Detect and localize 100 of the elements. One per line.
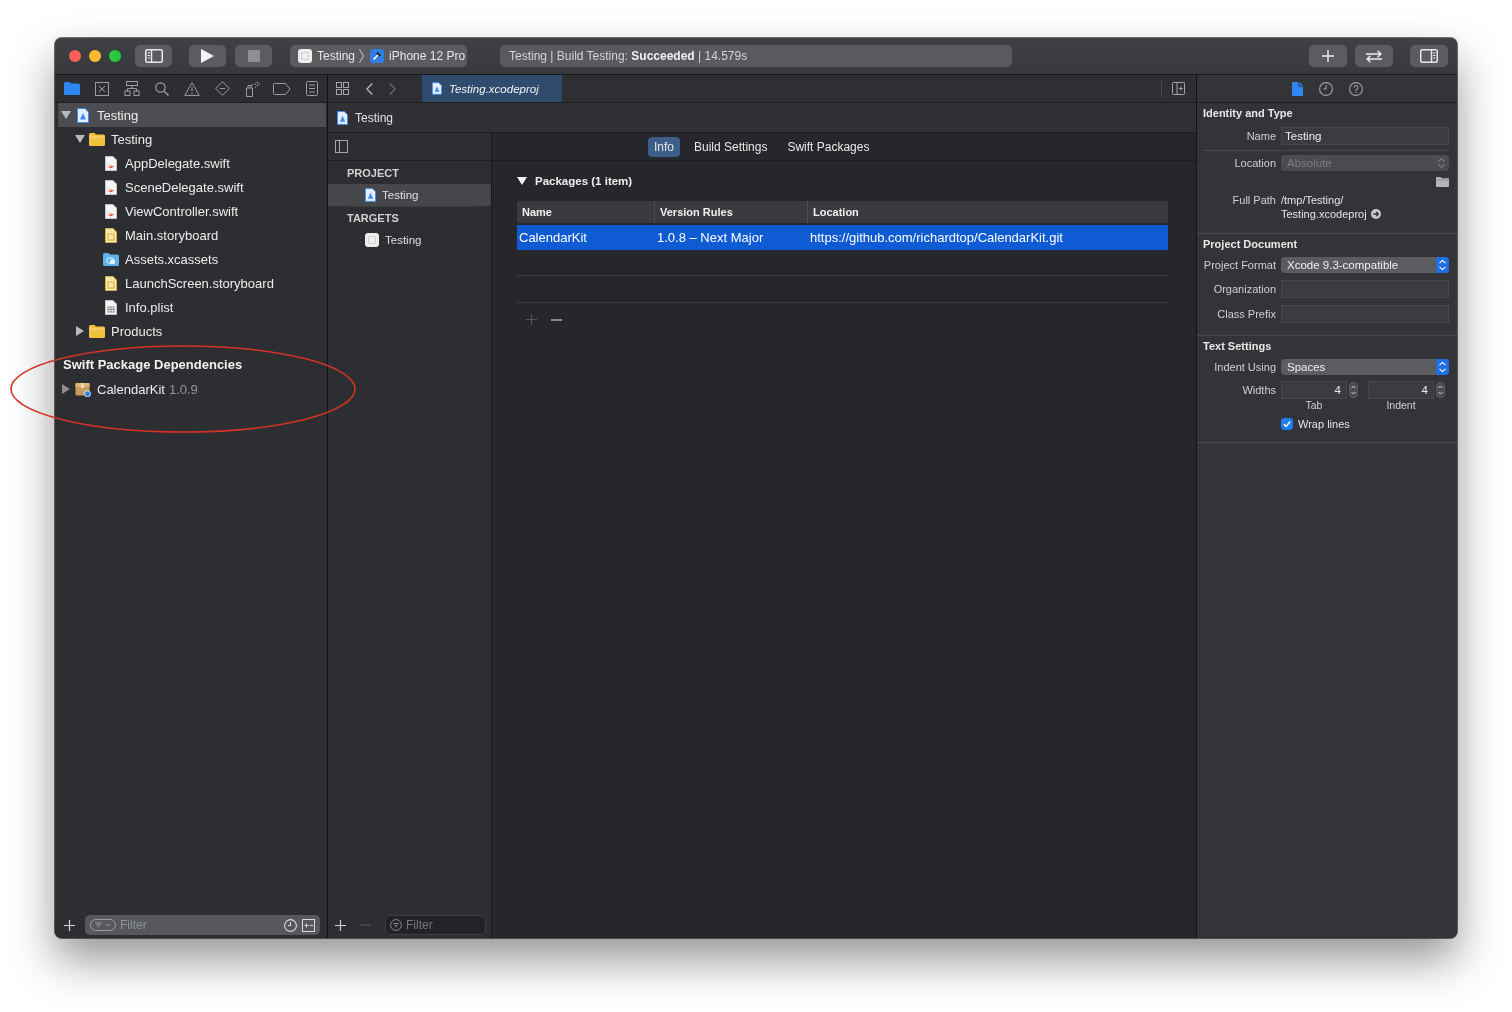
editor-tab[interactable]: Testing.xcodeproj: [422, 75, 562, 102]
stepper-icon[interactable]: [1436, 382, 1445, 398]
inspector-toggle-button[interactable]: [1410, 45, 1448, 67]
swift-file-icon: [105, 179, 117, 195]
package-icon: [75, 381, 91, 397]
number-field[interactable]: 4: [1281, 381, 1347, 399]
split-plus-icon[interactable]: [1172, 82, 1185, 95]
checkbox[interactable]: [1281, 418, 1293, 430]
file-name: AppDelegate.swift: [125, 155, 230, 171]
sidebar-icon[interactable]: [335, 140, 348, 153]
number-field[interactable]: 4: [1368, 381, 1434, 399]
activity-status: Testing | Build Testing: Succeeded | 14.579s: [509, 49, 748, 63]
disclosure-triangle-icon[interactable]: [75, 135, 85, 143]
breadcrumb-item[interactable]: Testing: [337, 110, 394, 125]
file-row[interactable]: AppDelegate.swift: [58, 151, 326, 175]
list-item-label: Testing: [382, 189, 419, 201]
file-row[interactable]: Products: [58, 319, 326, 343]
popup-button[interactable]: Spaces: [1281, 359, 1449, 375]
file-row[interactable]: Assets.xcassets: [58, 247, 326, 271]
chevron-left-icon[interactable]: [366, 82, 373, 95]
file-row[interactable]: Testing: [58, 127, 326, 151]
table-cell-text: https://github.com/richardtop/CalendarKit.git: [809, 229, 1064, 247]
scheme-button[interactable]: Testing: [298, 49, 356, 63]
x-square-icon[interactable]: [95, 81, 109, 96]
table-cell-text: 1.0.8 – Next Major: [656, 229, 765, 247]
plus-icon: [1322, 50, 1334, 62]
column-header[interactable]: Name: [517, 201, 655, 223]
segment-tab[interactable]: Build Settings: [688, 136, 774, 157]
file-row[interactable]: SceneDelegate.swift: [58, 175, 326, 199]
section-title: Project Document: [1203, 238, 1298, 250]
text-field[interactable]: Testing: [1281, 127, 1449, 145]
document-icon: [432, 82, 442, 95]
filter-icon: [390, 919, 402, 931]
section-header: Swift Package Dependencies: [63, 356, 243, 374]
arrow-circle-icon[interactable]: [1370, 209, 1381, 219]
tag-icon[interactable]: [273, 82, 291, 95]
disclosure-triangle-icon[interactable]: [517, 177, 527, 185]
file-row[interactable]: Main.storyboard: [58, 223, 326, 247]
filter-field[interactable]: Filter: [385, 915, 486, 935]
swift-file-icon: [105, 203, 117, 219]
stop-button[interactable]: [235, 45, 272, 67]
disclosure-triangle-icon[interactable]: [76, 326, 84, 336]
folder-icon: [89, 324, 105, 338]
file-name: Testing: [111, 131, 153, 147]
file-row[interactable]: ViewController.swift: [58, 199, 326, 223]
plus-minus-square-icon[interactable]: [302, 918, 315, 932]
column-header[interactable]: Version Rules: [655, 201, 808, 223]
section-title: Packages (1 item): [535, 175, 633, 187]
folder-icon[interactable]: [64, 82, 80, 95]
code-review-button[interactable]: [1355, 45, 1393, 67]
file-name: Products: [111, 323, 163, 339]
zoom-button[interactable]: [109, 50, 121, 62]
app-icon: [298, 49, 312, 63]
file-row[interactable]: Info.plist: [58, 295, 326, 319]
field-caption: Tab: [1305, 399, 1323, 411]
hierarchy-icon[interactable]: [124, 81, 140, 96]
folder-icon[interactable]: [1436, 177, 1449, 187]
file-name: Info.plist: [125, 299, 174, 315]
close-button[interactable]: [69, 50, 81, 62]
popup-button[interactable]: Xcode 9.3-compatible: [1281, 257, 1449, 273]
grid-icon[interactable]: [336, 82, 349, 95]
file-row[interactable]: LaunchScreen.storyboard: [58, 271, 326, 295]
stepper-icon[interactable]: [1349, 382, 1358, 398]
file-name: ViewController.swift: [125, 203, 239, 219]
field-caption: Indent: [1386, 399, 1416, 411]
diamond-icon[interactable]: [214, 81, 230, 96]
file-row[interactable]: Testing: [58, 103, 326, 127]
document-icon: [77, 107, 89, 123]
library-button[interactable]: [1309, 45, 1347, 67]
field-label: Organization: [1213, 283, 1276, 295]
segment-tab[interactable]: Swift Packages: [781, 136, 876, 157]
minimize-button[interactable]: [89, 50, 101, 62]
project-list-row[interactable]: Testing: [328, 184, 491, 206]
chevron-right-icon[interactable]: [389, 82, 396, 95]
destination-button[interactable]: iPhone 12 Pro: [370, 49, 466, 63]
help-icon[interactable]: [1348, 81, 1363, 96]
warning-icon[interactable]: [184, 81, 200, 96]
field-label: Project Format: [1203, 259, 1276, 271]
file-name: SceneDelegate.swift: [125, 179, 244, 195]
table-row[interactable]: CalendarKit 1.0.8 – Next Major https://github.com/richardtop/CalendarKit.git: [517, 225, 1168, 250]
checkbox-label[interactable]: Wrap lines: [1298, 418, 1350, 430]
project-list-row[interactable]: Testing: [328, 229, 491, 251]
file-name: LaunchScreen.storyboard: [125, 275, 274, 291]
document-icon: [337, 110, 348, 125]
search-icon[interactable]: [155, 81, 169, 96]
filter-menu-icon[interactable]: [90, 919, 116, 931]
list-icon[interactable]: [306, 81, 318, 96]
spray-can-icon[interactable]: [244, 80, 260, 97]
package-row[interactable]: CalendarKit 1.0.9: [58, 377, 326, 401]
document-icon: [365, 188, 376, 202]
navigator-toggle-button[interactable]: [135, 45, 172, 67]
column-header[interactable]: Location: [808, 201, 1168, 223]
clock-icon[interactable]: [1318, 81, 1333, 96]
field-label: Location: [1234, 157, 1276, 169]
field-label: Class Prefix: [1217, 308, 1276, 320]
filter-field[interactable]: Filter: [85, 915, 320, 935]
file-icon[interactable]: [1291, 81, 1303, 96]
asset-catalog-icon: [103, 252, 119, 266]
segment-tab[interactable]: Info: [648, 136, 680, 157]
run-button[interactable]: [189, 45, 226, 67]
